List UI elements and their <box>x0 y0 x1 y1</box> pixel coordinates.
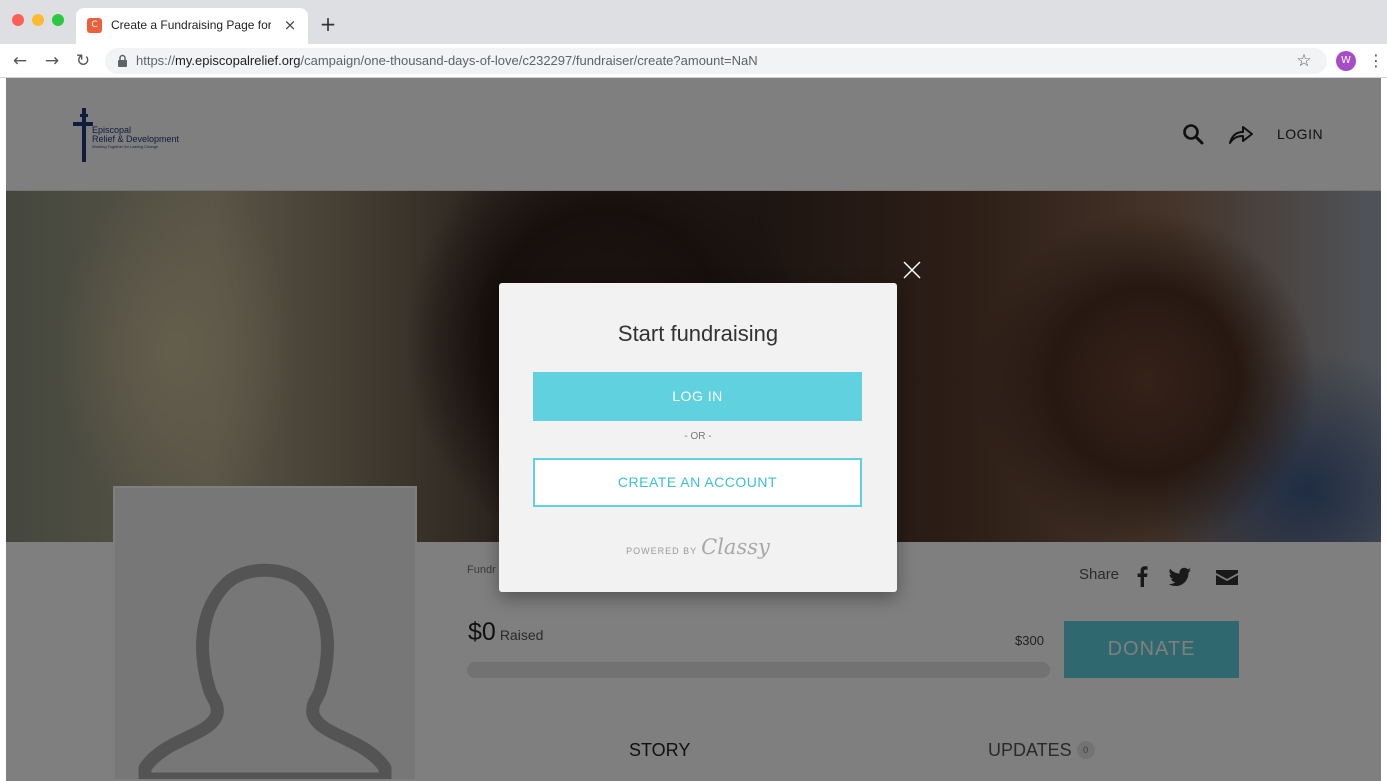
powered-by-label: POWERED BY <box>626 546 698 556</box>
modal-or-divider: - OR - <box>684 431 712 442</box>
window-minimize-button[interactable] <box>32 14 44 26</box>
profile-avatar[interactable]: W <box>1336 51 1356 71</box>
reload-icon[interactable]: ↻ <box>73 51 93 71</box>
url-path: /campaign/one-thousand-days-of-love/c232… <box>300 53 758 68</box>
address-toolbar: ← → ↻ https://my.episcopalrelief.org/cam… <box>0 44 1387 78</box>
page-content: Episcopal Relief & Development Working T… <box>6 78 1381 781</box>
browser-tab-active[interactable]: C Create a Fundraising Page for × <box>76 8 308 44</box>
powered-by-classy[interactable]: POWERED BY Classy <box>499 535 897 559</box>
start-fundraising-modal: Start fundraising LOG IN - OR - CREATE A… <box>499 283 897 592</box>
classy-favicon-icon: C <box>87 18 102 33</box>
close-icon[interactable] <box>901 259 923 281</box>
star-icon[interactable]: ☆ <box>1295 52 1313 70</box>
create-account-button[interactable]: CREATE AN ACCOUNT <box>533 458 862 507</box>
tab-close-icon[interactable]: × <box>281 16 299 34</box>
browser-tab-strip: C Create a Fundraising Page for × + <box>0 0 1387 44</box>
window-close-button[interactable] <box>12 14 24 26</box>
window-maximize-button[interactable] <box>52 14 64 26</box>
tab-title: Create a Fundraising Page for <box>111 18 271 32</box>
modal-title: Start fundraising <box>617 321 779 346</box>
url-bar[interactable]: https://my.episcopalrelief.org/campaign/… <box>105 48 1327 74</box>
url-prefix: https:// <box>136 53 176 68</box>
classy-logo: Classy <box>701 535 770 559</box>
modal-login-button[interactable]: LOG IN <box>533 372 862 421</box>
forward-arrow-icon[interactable]: → <box>42 51 62 71</box>
url-text: https://my.episcopalrelief.org/campaign/… <box>136 53 758 68</box>
back-arrow-icon[interactable]: ← <box>10 51 30 71</box>
lock-icon <box>118 54 127 67</box>
new-tab-button[interactable]: + <box>318 14 338 34</box>
more-menu-icon[interactable]: ⋮ <box>1368 51 1384 71</box>
url-domain: my.episcopalrelief.org <box>175 53 301 68</box>
